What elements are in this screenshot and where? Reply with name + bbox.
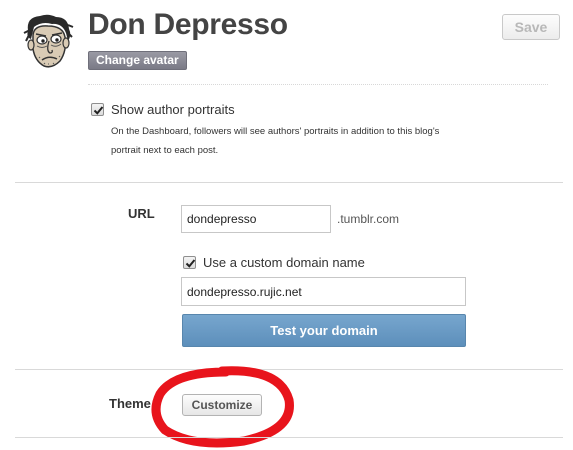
show-author-portraits-help: On the Dashboard, followers will see aut… xyxy=(111,126,440,156)
custom-domain-checkbox[interactable] xyxy=(183,256,196,269)
save-button[interactable]: Save xyxy=(502,14,560,40)
header-divider xyxy=(88,84,548,85)
section-divider xyxy=(15,182,563,183)
blog-title: Don Depresso xyxy=(88,8,288,41)
url-label: URL xyxy=(128,206,155,221)
customize-theme-button[interactable]: Customize xyxy=(182,394,262,416)
change-avatar-button[interactable]: Change avatar xyxy=(88,51,187,70)
section-divider xyxy=(15,437,563,438)
show-author-portraits-checkbox[interactable] xyxy=(91,103,104,116)
section-divider xyxy=(15,369,563,370)
theme-label: Theme xyxy=(109,396,151,411)
subdomain-input[interactable] xyxy=(181,205,331,233)
custom-domain-input[interactable] xyxy=(181,277,466,306)
avatar[interactable] xyxy=(22,13,74,71)
test-domain-button[interactable]: Test your domain xyxy=(182,314,466,347)
checkmark-icon xyxy=(93,106,104,115)
checkmark-icon xyxy=(185,259,196,268)
custom-domain-label: Use a custom domain name xyxy=(203,255,365,270)
tumblr-domain-suffix: .tumblr.com xyxy=(337,212,400,226)
blog-settings-page: Don Depresso Change avatar Save Show aut… xyxy=(0,0,573,450)
show-author-portraits-label: Show author portraits xyxy=(111,102,235,117)
